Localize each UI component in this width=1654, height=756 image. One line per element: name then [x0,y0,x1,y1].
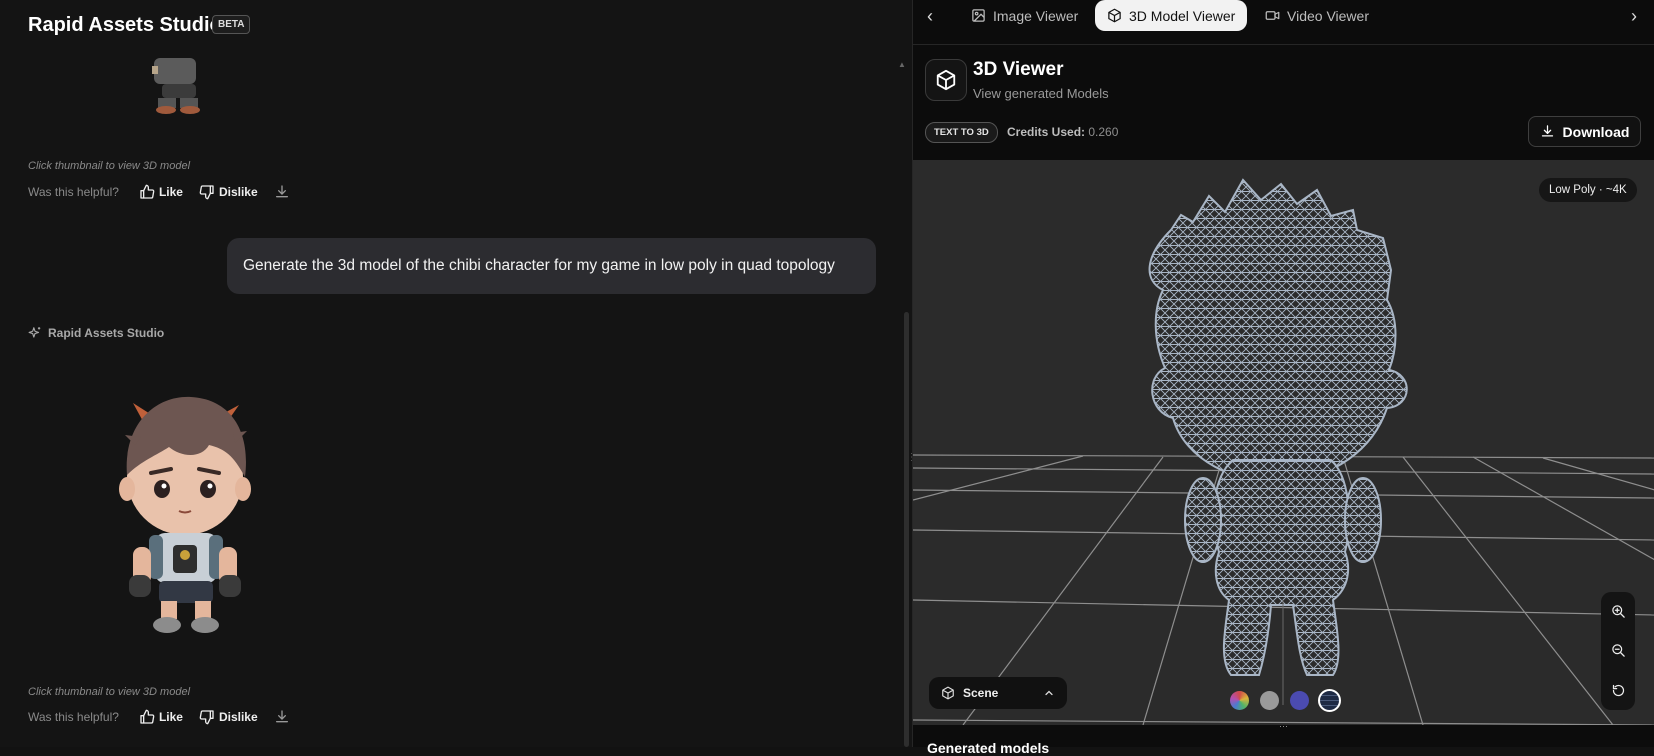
thumbs-up-icon [140,184,155,199]
download-icon [1541,125,1553,137]
swatch-multicolor[interactable] [1230,691,1249,710]
thumbs-up-icon [140,709,155,724]
feedback-question: Was this helpful? [28,185,119,199]
like-label: Like [158,710,183,724]
tab-video-viewer[interactable]: Video Viewer [1253,0,1381,31]
thumbs-down-icon [199,710,214,725]
tab-image-viewer[interactable]: Image Viewer [959,0,1090,31]
3d-viewport[interactable]: Low Poly · ~4K Scene [913,160,1654,725]
viewer-cube-icon-box [925,59,967,101]
credits-value: 0.260 [1088,125,1119,139]
assistant-label: Rapid Assets Studio [28,326,164,340]
scene-label: Scene [963,686,999,700]
wireframe-model [1148,178,1408,676]
feedback-row: Was this helpful? Like Dislike [28,709,290,725]
dislike-button[interactable]: Dislike [199,184,258,200]
image-icon [972,9,985,22]
user-message-text: Generate the 3d model of the chibi chara… [243,257,835,274]
download-button[interactable]: Download [1528,116,1641,147]
chevron-up-icon [1045,690,1053,696]
reset-view-button[interactable] [1611,683,1626,698]
dislike-label: Dislike [218,710,258,724]
like-button[interactable]: Like [139,709,183,725]
chat-scrollbar[interactable] [904,312,909,747]
viewer-subtitle: View generated Models [973,86,1109,101]
tab-label: 3D Model Viewer [1129,7,1236,24]
dislike-button[interactable]: Dislike [199,709,258,725]
tab-label: Video Viewer [1287,7,1369,24]
like-button[interactable]: Like [139,184,183,200]
tabs-next-button[interactable]: › [1631,6,1637,27]
scene-dropdown[interactable]: Scene [929,677,1067,709]
download-icon [275,710,288,723]
download-label: Download [1562,123,1630,140]
swatch-blue[interactable] [1290,691,1309,710]
scroll-up-arrow[interactable]: ▲ [898,60,906,69]
thumbs-down-icon [199,185,214,200]
zoom-in-icon [1611,605,1625,618]
download-icon-button[interactable] [274,709,290,725]
section-heading: Generated models [927,740,1050,756]
poly-count-badge: Low Poly · ~4K [1539,178,1637,202]
zoom-out-button[interactable] [1611,643,1626,658]
download-icon-button[interactable] [274,184,290,200]
mode-badge: TEXT TO 3D [925,122,998,143]
feedback-row: Was this helpful? Like Dislike [28,184,290,200]
swatch-wireframe[interactable] [1318,689,1341,712]
tabs-prev-button[interactable]: ‹ [927,6,933,27]
user-message-bubble: Generate the 3d model of the chibi chara… [227,238,876,294]
reset-icon [1612,684,1624,696]
zoom-controls [1601,592,1635,710]
zoom-in-button[interactable] [1611,604,1626,619]
beta-badge: BETA [212,15,251,34]
dislike-label: Dislike [218,185,258,199]
viewer-tabs: ‹ Image Viewer 3D Model Viewer Video Vie… [913,0,1654,45]
assistant-name: Rapid Assets Studio [48,326,165,340]
tab-3d-model-viewer[interactable]: 3D Model Viewer [1095,0,1248,31]
thumbnail-hint: Click thumbnail to view 3D model [28,686,191,698]
swatch-gray[interactable] [1260,691,1279,710]
viewer-title: 3D Viewer [973,59,1064,80]
viewport-resize-handle[interactable]: ⋯ [1279,721,1288,732]
model-thumbnail-previous[interactable] [140,58,240,114]
feedback-question: Was this helpful? [28,710,119,724]
app-title: Rapid Assets Studio [28,14,222,36]
tab-label: Image Viewer [993,7,1079,24]
cube-icon [1108,8,1121,23]
download-icon [275,185,288,198]
credits-label: Credits Used: [1007,125,1086,139]
like-label: Like [158,185,183,199]
thumbnail-hint: Click thumbnail to view 3D model [28,160,191,172]
credits-used: Credits Used: 0.260 [1007,125,1118,139]
sparkle-icon [28,327,41,338]
video-icon [1265,11,1280,20]
chat-panel: Rapid Assets Studio BETA Click thumbnail… [0,0,917,747]
viewer-panel: ‹ Image Viewer 3D Model Viewer Video Vie… [912,0,1654,756]
cube-icon [942,686,954,700]
model-thumbnail[interactable] [105,385,265,640]
zoom-out-icon [1611,644,1625,658]
wireframe-scene [913,178,1654,725]
cube-icon [936,69,956,91]
